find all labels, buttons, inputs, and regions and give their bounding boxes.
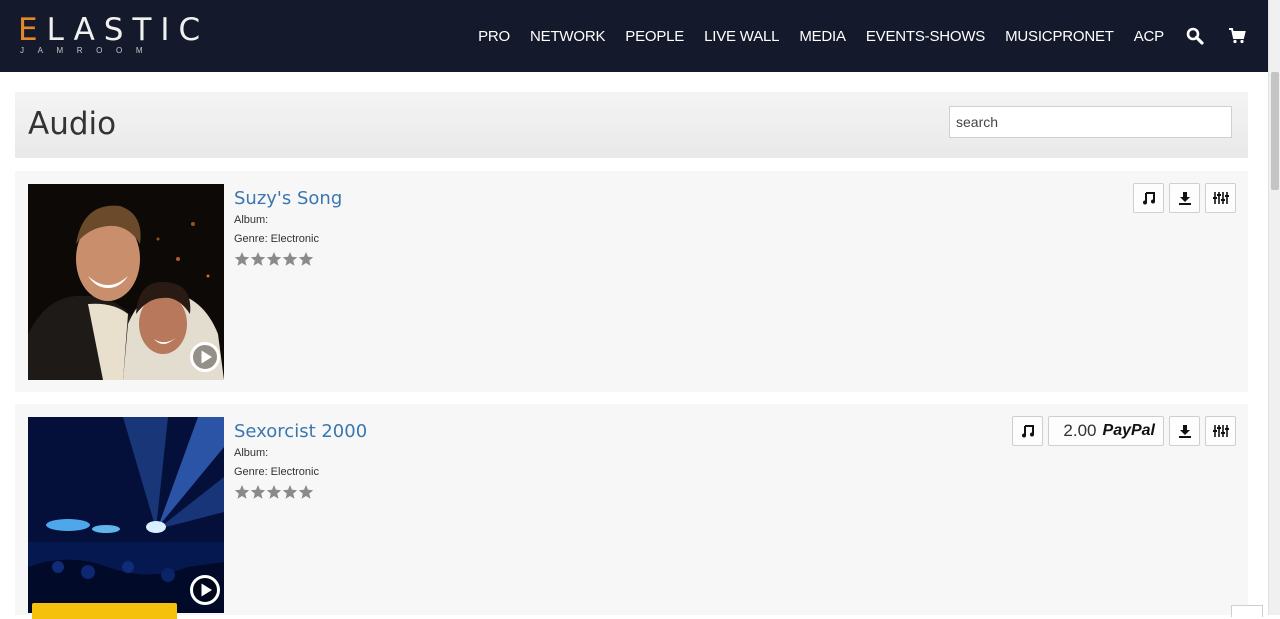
audio-thumbnail[interactable] — [28, 184, 224, 380]
cart-icon[interactable] — [1226, 25, 1248, 47]
genre-label: Genre: Electronic — [234, 466, 319, 478]
star-icon[interactable] — [234, 484, 250, 500]
logo-rest-letters: LASTIC — [46, 12, 210, 48]
nav-item-media[interactable]: MEDIA — [799, 28, 846, 45]
album-label: Album: — [234, 447, 269, 459]
download-button[interactable] — [1169, 416, 1200, 446]
nav-item-musicpronet[interactable]: MUSICPRONET — [1005, 28, 1114, 45]
music-note-button[interactable] — [1012, 416, 1044, 446]
audio-item: Suzy's Song Album: Genre: Electronic — [15, 171, 1248, 392]
search-icon[interactable] — [1184, 25, 1206, 47]
star-icon[interactable] — [298, 251, 314, 267]
mixer-icon — [1212, 192, 1229, 204]
highlight-button[interactable] — [32, 603, 177, 619]
play-icon[interactable] — [189, 574, 221, 606]
page-scrollbar[interactable] — [1268, 0, 1280, 615]
audio-title-link[interactable]: Sexorcist 2000 — [234, 421, 367, 442]
audio-item: Sexorcist 2000 Album: Genre: Electronic … — [15, 404, 1248, 619]
rating-stars[interactable] — [234, 251, 314, 267]
star-icon[interactable] — [266, 251, 282, 267]
mixer-icon — [1212, 425, 1229, 437]
main-nav: PRO NETWORK PEOPLE LIVE WALL MEDIA EVENT… — [458, 0, 1248, 72]
star-icon[interactable] — [250, 251, 266, 267]
logo-subtitle: JAMROOM — [20, 46, 157, 55]
star-icon[interactable] — [266, 484, 282, 500]
download-button[interactable] — [1169, 183, 1200, 213]
nav-item-acp[interactable]: ACP — [1134, 28, 1164, 45]
search-input[interactable] — [949, 106, 1232, 138]
music-note-icon — [1142, 192, 1155, 205]
top-navbar: ELASTIC JAMROOM PRO NETWORK PEOPLE LIVE … — [0, 0, 1268, 72]
price-value: 2.00 — [1063, 421, 1097, 440]
nav-item-live-wall[interactable]: LIVE WALL — [704, 28, 779, 45]
audio-thumbnail[interactable] — [28, 417, 224, 613]
nav-item-events-shows[interactable]: EVENTS-SHOWS — [866, 28, 985, 45]
nav-item-pro[interactable]: PRO — [478, 28, 510, 45]
site-logo[interactable]: ELASTIC JAMROOM — [18, 10, 200, 62]
star-icon[interactable] — [250, 484, 266, 500]
genre-label: Genre: Electronic — [234, 233, 319, 245]
nav-item-people[interactable]: PEOPLE — [625, 28, 684, 45]
star-icon[interactable] — [282, 251, 298, 267]
music-note-icon — [1021, 425, 1034, 438]
page-header: Audio — [15, 92, 1248, 158]
star-icon[interactable] — [234, 251, 250, 267]
page-title: Audio — [28, 106, 117, 142]
mixer-button[interactable] — [1205, 416, 1236, 446]
scroll-to-top-button[interactable] — [1231, 605, 1263, 617]
nav-item-network[interactable]: NETWORK — [530, 28, 605, 45]
paypal-label: PayPal — [1102, 422, 1155, 439]
item-actions — [1128, 183, 1236, 213]
play-icon[interactable] — [189, 341, 221, 373]
rating-stars[interactable] — [234, 484, 314, 500]
star-icon[interactable] — [282, 484, 298, 500]
mixer-button[interactable] — [1205, 183, 1236, 213]
download-icon — [1178, 192, 1191, 205]
download-icon — [1178, 425, 1191, 438]
item-actions: 2.00 PayPal — [1007, 416, 1236, 446]
paypal-buy-button[interactable]: 2.00 PayPal — [1048, 416, 1164, 446]
scrollbar-thumb[interactable] — [1271, 72, 1279, 190]
logo-accent-letter: E — [18, 12, 47, 48]
logo-wordmark: ELASTIC — [18, 12, 209, 48]
audio-title-link[interactable]: Suzy's Song — [234, 188, 342, 209]
album-label: Album: — [234, 214, 269, 226]
star-icon[interactable] — [298, 484, 314, 500]
music-note-button[interactable] — [1133, 183, 1164, 213]
